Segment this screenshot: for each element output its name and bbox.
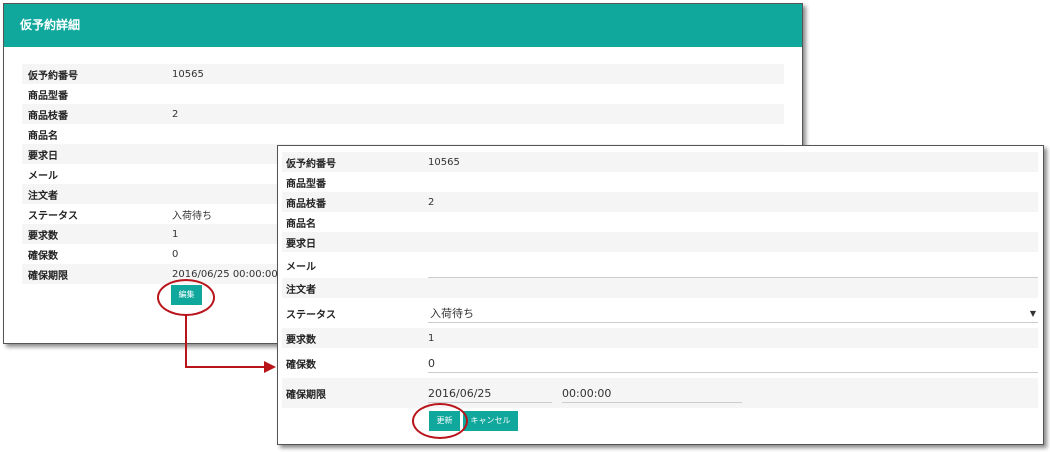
field-label: 要求日 <box>286 238 316 250</box>
field-label: メール <box>286 261 316 273</box>
deadline-time-input[interactable]: 00:00:00 <box>562 384 742 403</box>
row-value: 2 <box>172 108 179 120</box>
form-row: 商品名 <box>282 212 1038 232</box>
email-cell <box>428 253 1038 278</box>
update-button-highlight <box>412 403 468 439</box>
status-selected-value: 入荷待ち <box>430 306 474 320</box>
edit-form: 仮予約番号 10565 商品型番 商品枝番 2 商品名 要求日 メール 注文者 <box>282 152 1038 408</box>
form-row: 商品枝番 2 <box>282 192 1038 212</box>
form-row: 確保数 0 <box>282 348 1038 378</box>
email-input[interactable] <box>428 259 1038 278</box>
field-label: 仮予約番号 <box>286 158 336 170</box>
row-label: 注文者 <box>28 190 58 202</box>
field-label: 注文者 <box>286 284 316 296</box>
row-value: 10565 <box>172 68 204 80</box>
row-label: 要求日 <box>28 150 58 162</box>
form-row: メール <box>282 252 1038 278</box>
panel-header: 仮予約詳細 <box>4 4 802 47</box>
panel-title: 仮予約詳細 <box>20 18 81 32</box>
secured-qty-input[interactable]: 0 <box>428 354 1038 373</box>
arrow-line-horizontal <box>185 366 265 368</box>
branch-no-value: 2 <box>428 196 435 208</box>
deadline-date-input[interactable]: 2016/06/25 <box>428 384 552 403</box>
field-label: 商品名 <box>286 218 316 230</box>
table-row: 商品名 <box>22 124 784 144</box>
row-label: 確保期限 <box>28 270 68 282</box>
field-label: ステータス <box>286 309 336 321</box>
form-row: 注文者 <box>282 278 1038 298</box>
form-row: ステータス 入荷待ち ▼ <box>282 298 1038 328</box>
field-label: 商品型番 <box>286 178 326 190</box>
field-label: 要求数 <box>286 334 316 346</box>
deadline-cell: 2016/06/25 00:00:00 <box>428 384 1038 403</box>
edit-button-highlight <box>157 279 215 316</box>
row-label: 商品枝番 <box>28 110 68 122</box>
field-label: 確保数 <box>286 359 316 371</box>
row-label: 仮予約番号 <box>28 70 78 82</box>
requested-qty-value: 1 <box>428 332 435 344</box>
dropdown-arrow-icon: ▼ <box>1029 308 1036 318</box>
row-label: 商品名 <box>28 130 58 142</box>
row-label: 要求数 <box>28 230 58 242</box>
reservation-no-value: 10565 <box>428 156 460 168</box>
arrow-head-icon <box>264 361 276 373</box>
row-label: ステータス <box>28 210 78 222</box>
form-row: 商品型番 <box>282 172 1038 192</box>
table-row: 商品型番 <box>22 84 784 104</box>
table-row: 仮予約番号 10565 <box>22 64 784 84</box>
status-select[interactable]: 入荷待ち ▼ <box>428 304 1038 323</box>
form-row: 要求日 <box>282 232 1038 252</box>
secured-qty-cell: 0 <box>428 354 1038 373</box>
reservation-edit-panel: 仮予約番号 10565 商品型番 商品枝番 2 商品名 要求日 メール 注文者 <box>277 145 1044 445</box>
cancel-button[interactable]: キャンセル <box>463 411 518 431</box>
row-label: メール <box>28 170 58 182</box>
arrow-line-vertical <box>185 315 187 368</box>
row-label: 確保数 <box>28 250 58 262</box>
form-row: 確保期限 2016/06/25 00:00:00 <box>282 378 1038 408</box>
field-label: 商品枝番 <box>286 198 326 210</box>
table-row: 商品枝番 2 <box>22 104 784 124</box>
status-cell: 入荷待ち ▼ <box>428 304 1038 323</box>
row-label: 商品型番 <box>28 90 68 102</box>
field-label: 確保期限 <box>286 389 326 401</box>
form-row: 仮予約番号 10565 <box>282 152 1038 172</box>
form-row: 要求数 1 <box>282 328 1038 348</box>
